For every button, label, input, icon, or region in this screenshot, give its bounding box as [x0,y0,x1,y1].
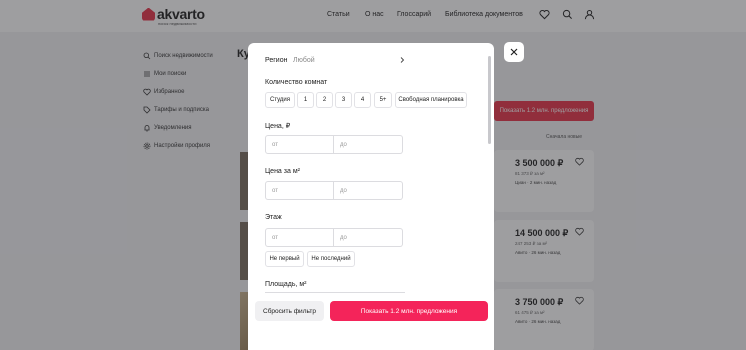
floor-not-first[interactable]: Не первый [265,251,304,267]
filter-footer: Сбросить фильтр Показать 1.2 млн. предло… [248,297,494,350]
show-results-button[interactable]: Показать 1.2 млн. предложения [330,301,488,321]
filter-modal: Регион Любой Количество комнат Студия 1 … [248,43,494,350]
price-per-m-label: Цена за м² [265,168,300,175]
floor-to-input[interactable]: до [334,228,403,247]
price-per-m-from-input[interactable]: от [265,181,334,200]
rooms-label: Количество комнат [265,79,328,86]
floor-from-input[interactable]: от [265,228,334,247]
chevron-right-icon[interactable] [398,56,406,64]
room-option-2[interactable]: 2 [316,92,333,108]
room-option-studio[interactable]: Студия [265,92,295,108]
region-select[interactable]: Любой [293,57,315,64]
area-label: Площадь, м² [265,281,307,288]
room-option-1[interactable]: 1 [297,92,314,108]
room-option-3[interactable]: 3 [335,92,352,108]
price-per-m-to-input[interactable]: до [334,181,403,200]
floor-label: Этаж [265,214,282,221]
price-from-input[interactable]: от [265,135,334,154]
price-label: Цена, ₽ [265,123,291,130]
region-label: Регион [265,57,288,64]
floor-not-last[interactable]: Не последний [307,251,355,267]
close-button[interactable] [504,42,524,62]
room-option-free-layout[interactable]: Свободная планировка [395,92,467,108]
reset-filter-button[interactable]: Сбросить фильтр [255,301,324,321]
modal-scrollbar[interactable] [488,56,491,144]
room-option-5plus[interactable]: 5+ [374,92,392,108]
price-to-input[interactable]: до [334,135,403,154]
close-icon [510,48,518,56]
room-option-4[interactable]: 4 [354,92,371,108]
